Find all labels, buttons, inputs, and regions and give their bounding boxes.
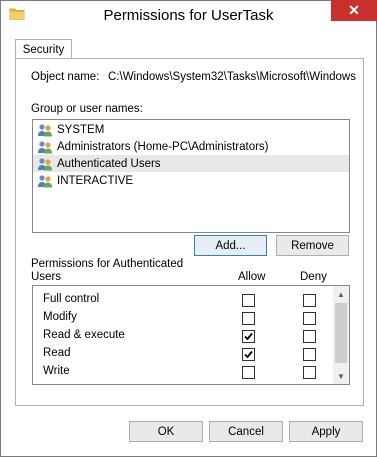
scroll-down-arrow-icon[interactable]: ▼ <box>333 368 349 384</box>
permission-name: Read & execute <box>43 329 125 341</box>
scroll-up-arrow-icon[interactable]: ▲ <box>333 286 349 302</box>
tab-strip: Security <box>7 38 370 60</box>
checkmark-icon <box>244 350 253 359</box>
list-item-label: INTERACTIVE <box>57 174 134 187</box>
group-names-label: Group or user names: <box>31 103 143 115</box>
deny-checkbox[interactable] <box>303 294 316 307</box>
allow-checkbox[interactable] <box>242 330 255 343</box>
permission-row: Read & execute <box>33 327 333 345</box>
close-icon: ✕ <box>348 2 360 18</box>
permission-name: Read <box>43 347 71 359</box>
users-icon <box>38 174 52 187</box>
list-item-label: Administrators (Home-PC\Administrators) <box>57 140 269 153</box>
list-item[interactable]: Administrators (Home-PC\Administrators) <box>33 138 349 155</box>
users-icon <box>38 140 52 153</box>
allow-checkbox[interactable] <box>242 294 255 307</box>
object-name-label: Object name: <box>31 71 100 83</box>
permission-row: Read <box>33 345 333 363</box>
object-name-value: C:\Windows\System32\Tasks\Microsoft\Wind… <box>108 71 356 83</box>
list-item[interactable]: INTERACTIVE <box>33 172 349 189</box>
permission-row: Write <box>33 363 333 381</box>
allow-checkbox[interactable] <box>242 348 255 361</box>
scroll-thumb[interactable] <box>335 303 347 363</box>
tab-security[interactable]: Security <box>15 39 72 60</box>
permissions-heading-line2: Users <box>31 271 62 283</box>
permissions-scrollbar[interactable]: ▲ ▼ <box>333 286 349 384</box>
permission-name: Write <box>43 365 70 377</box>
deny-checkbox[interactable] <box>303 348 316 361</box>
close-button[interactable]: ✕ <box>331 0 377 21</box>
permissions-heading-line1: Permissions for Authenticated <box>31 258 184 270</box>
security-tab-panel: Object name: C:\Windows\System32\Tasks\M… <box>15 58 364 406</box>
deny-column-header: Deny <box>300 271 327 283</box>
title-bar[interactable]: Permissions for UserTask ✕ <box>1 0 377 31</box>
ok-button[interactable]: OK <box>129 421 203 442</box>
permissions-list[interactable]: Full control Modify Read & execute Read <box>32 285 350 385</box>
group-user-list[interactable]: SYSTEM Administrators (Home-PC\Administr… <box>32 119 350 233</box>
cancel-button[interactable]: Cancel <box>209 421 283 442</box>
permission-row: Full control <box>33 291 333 309</box>
permission-name: Full control <box>43 293 100 305</box>
checkmark-icon <box>244 332 253 341</box>
deny-checkbox[interactable] <box>303 330 316 343</box>
allow-column-header: Allow <box>238 271 266 283</box>
permission-name: Modify <box>43 311 77 323</box>
list-item[interactable]: Authenticated Users <box>33 155 349 172</box>
window-title: Permissions for UserTask <box>103 7 274 24</box>
deny-checkbox[interactable] <box>303 366 316 379</box>
permissions-dialog: Permissions for UserTask ✕ Security Obje… <box>0 0 377 457</box>
allow-checkbox[interactable] <box>242 366 255 379</box>
allow-checkbox[interactable] <box>242 312 255 325</box>
list-item[interactable]: SYSTEM <box>33 121 349 138</box>
remove-button[interactable]: Remove <box>276 235 349 256</box>
users-icon <box>38 157 52 170</box>
permission-row: Modify <box>33 309 333 327</box>
apply-button[interactable]: Apply <box>289 421 363 442</box>
add-button[interactable]: Add... <box>194 235 267 256</box>
users-icon <box>38 123 52 136</box>
list-item-label: Authenticated Users <box>57 157 161 170</box>
list-item-label: SYSTEM <box>57 123 105 136</box>
tab-security-label: Security <box>22 44 65 56</box>
deny-checkbox[interactable] <box>303 312 316 325</box>
